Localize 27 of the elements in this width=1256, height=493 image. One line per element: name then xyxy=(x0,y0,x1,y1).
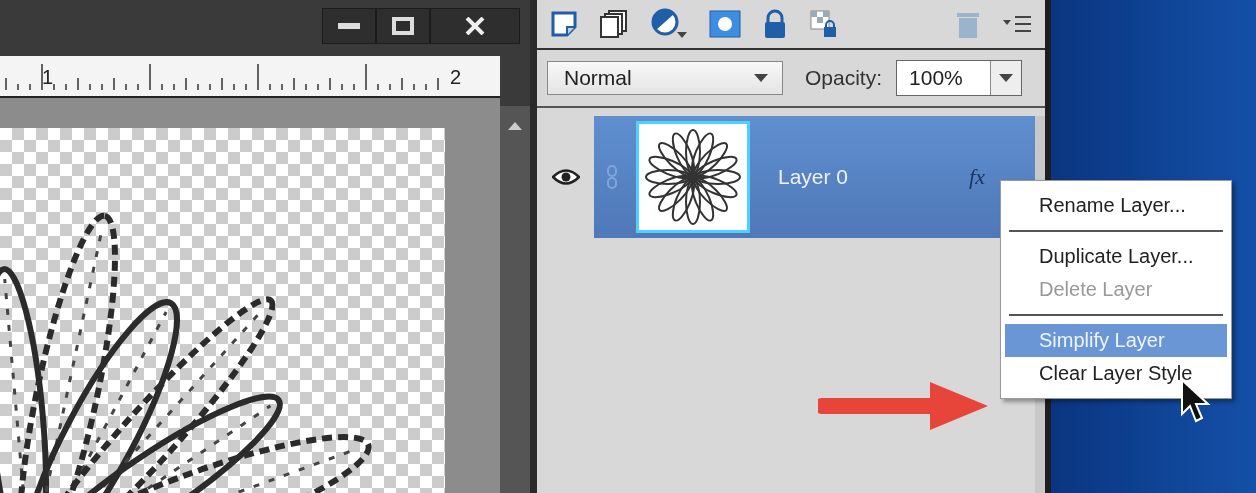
scroll-up-icon xyxy=(508,122,522,130)
blend-mode-dropdown[interactable]: Normal xyxy=(547,61,783,95)
eye-icon[interactable] xyxy=(551,168,580,186)
opacity-label: Opacity: xyxy=(805,66,883,90)
menu-item[interactable]: Clear Layer Style xyxy=(1005,357,1227,390)
layer-style-indicator: fx xyxy=(969,164,985,190)
panel-menu-icon[interactable] xyxy=(1003,14,1031,34)
ruler-label: 2 xyxy=(450,66,462,89)
mask-icon[interactable] xyxy=(709,10,741,38)
minimize-button[interactable] xyxy=(322,8,376,44)
opacity-field[interactable]: 100% xyxy=(896,60,1023,96)
menu-item[interactable]: Duplicate Layer... xyxy=(1005,240,1227,273)
maximize-button[interactable] xyxy=(376,8,430,44)
lock-icon[interactable] xyxy=(763,9,787,39)
new-layer-icon[interactable] xyxy=(551,11,577,37)
vertical-scrollbar[interactable] xyxy=(500,106,530,493)
dropdown-caret-icon xyxy=(754,74,768,82)
lock-checker-icon[interactable] xyxy=(809,9,839,39)
layer-name: Layer 0 xyxy=(778,165,850,189)
stacked-pages-icon[interactable] xyxy=(599,9,629,39)
minimize-icon xyxy=(338,22,360,30)
layer-row[interactable]: Layer 0 fx xyxy=(594,116,1035,238)
close-icon xyxy=(465,17,485,35)
maximize-icon xyxy=(392,17,414,35)
ruler-label: 1 xyxy=(42,66,54,89)
close-button[interactable] xyxy=(430,8,520,44)
dropdown-caret-icon[interactable] xyxy=(999,74,1014,82)
